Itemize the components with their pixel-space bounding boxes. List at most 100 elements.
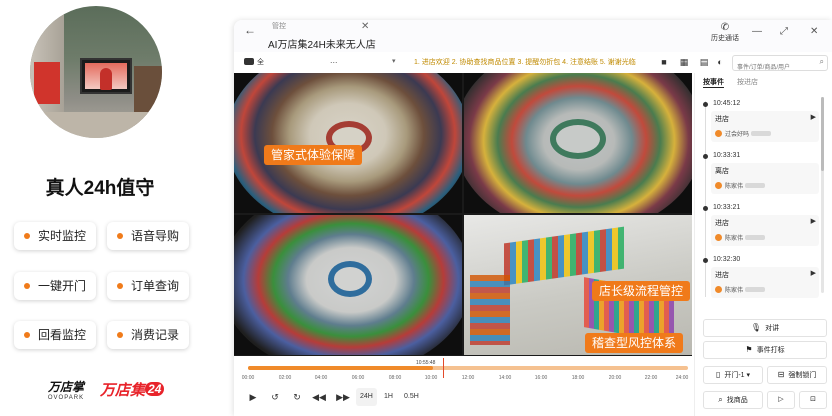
event-mark-button[interactable]: ⚑ 事件打标	[703, 341, 827, 359]
timeline-tick: 02:00	[278, 375, 292, 381]
event-time: 10:33:31	[713, 152, 741, 159]
fisheye-center-2	[550, 119, 606, 159]
timeline-tick: 10:00	[424, 375, 438, 381]
timeline-tick: 04:00	[314, 375, 328, 381]
minimize-icon[interactable]: —	[752, 26, 762, 37]
close-tab-icon[interactable]: ✕	[361, 21, 369, 32]
timeline-tick: 16:00	[534, 375, 548, 381]
promo-panel: 真人24h值守 实时监控 语音导购 一键开门 订单查询 回看监控 消费记录 万店…	[0, 0, 232, 416]
timeline-progress	[248, 366, 433, 370]
event-card[interactable]: 进店 ▶ 陈家伟	[711, 215, 819, 246]
event-user: 过会好吗	[715, 129, 772, 138]
feature-one-key-open: 一键开门	[14, 272, 96, 300]
event-type: 离店	[715, 168, 729, 175]
search-icon[interactable]: ⌕	[820, 57, 824, 67]
play-icon[interactable]: ▶	[811, 269, 816, 277]
maximize-icon[interactable]: ⤢	[780, 26, 788, 37]
scrollbar-thumb[interactable]	[821, 97, 824, 171]
logo-wandianji: 万店集 24	[100, 379, 165, 400]
video-grid: 管家式体验保障 店长级流程管控 稽查型风控体系	[234, 73, 692, 356]
event-type: 进店	[715, 272, 729, 279]
chevron-down-icon[interactable]: ▾	[392, 57, 396, 65]
archive-button[interactable]: ⊡	[799, 391, 827, 409]
timeline-track[interactable]	[248, 366, 688, 370]
timeline-tick: 12:00	[461, 375, 475, 381]
app-window: ← 管控 ✕ AI万店集24H未来无人店 ✆ 历史通话 — ⤢ ✕ 全 ... …	[234, 20, 832, 416]
feature-live-monitor: 实时监控	[14, 222, 96, 250]
event-user-name: 陈家伟	[725, 288, 744, 294]
aisle-shelf-c	[470, 275, 510, 345]
feature-playback: 回看监控	[14, 321, 96, 349]
avatar	[715, 234, 722, 241]
badge-risk-control: 稽查型风控体系	[585, 333, 684, 353]
logo-wandianzhang: 万店掌 OVOPARK	[42, 378, 90, 401]
shop-selector[interactable]: 全	[244, 57, 264, 67]
photo-sign	[34, 62, 60, 104]
toggle-icon[interactable]: ◐	[714, 56, 726, 68]
tab-by-entry[interactable]: 按进店	[737, 77, 758, 87]
tab-by-event[interactable]: 按事件	[703, 77, 724, 88]
window-close-icon[interactable]: ✕	[810, 26, 818, 37]
avatar	[715, 130, 722, 137]
feature-order-query: 订单查询	[107, 272, 189, 300]
photo-tv-person	[100, 68, 112, 90]
event-scrollbar[interactable]	[821, 97, 824, 293]
speed-1h[interactable]: 1H	[380, 388, 397, 406]
event-card[interactable]: 离店 陈家伟	[711, 163, 819, 194]
lock-door-icon: ⊟	[777, 370, 785, 379]
archive-icon: ⊡	[810, 396, 816, 403]
calendar-icon[interactable]: ▤	[698, 56, 710, 68]
fisheye-center-3	[328, 261, 372, 297]
rewind-icon[interactable]: ↺	[266, 388, 284, 406]
event-card[interactable]: 进店 ▶ 陈家伟	[711, 267, 819, 298]
find-goods-label: 找商品	[726, 397, 748, 404]
speed-0-5h[interactable]: 0.5H	[400, 388, 423, 406]
speed-24h[interactable]: 24H	[356, 388, 377, 406]
event-time: 10:32:30	[713, 256, 741, 263]
history-call-button[interactable]: ✆ 历史通话	[708, 22, 742, 43]
event-dot	[703, 154, 708, 159]
small-tab-title[interactable]: 管控	[272, 21, 286, 31]
event-type: 进店	[715, 116, 729, 123]
open-door-button[interactable]: ▯ 开门-1 ▾	[703, 366, 763, 384]
event-type: 进店	[715, 220, 729, 227]
fast-backward-icon[interactable]: ◀◀	[310, 388, 328, 406]
window-title: AI万店集24H未来无人店	[268, 40, 376, 51]
camera-feed-2[interactable]	[464, 73, 692, 213]
grid-view-icon[interactable]: ▦	[678, 56, 690, 68]
playback-button[interactable]: ▷	[767, 391, 795, 409]
single-view-icon[interactable]: ■	[658, 56, 670, 68]
badge-manager-process: 店长级流程管控	[592, 281, 691, 301]
play-icon[interactable]: ▶	[811, 217, 816, 225]
logo-wandianzhang-text: 万店掌	[47, 380, 84, 394]
back-arrow-icon[interactable]: ←	[244, 23, 256, 37]
event-card[interactable]: 进店 ▶ 过会好吗	[711, 111, 819, 142]
feature-voice-guide: 语音导购	[107, 222, 189, 250]
open-door-label: 开门-1	[724, 372, 745, 379]
event-mark-label: 事件打标	[756, 347, 785, 354]
photo-tv	[80, 58, 132, 94]
timeline-tick: 00:00	[241, 375, 255, 381]
door-icon: ▯	[715, 370, 721, 379]
search-box[interactable]: ⌕	[732, 55, 828, 75]
play-icon[interactable]: ▶	[811, 113, 816, 121]
shop-more[interactable]: ...	[330, 55, 338, 65]
force-lock-button[interactable]: ⊟ 强制锁门	[767, 366, 827, 384]
timeline-tick: 06:00	[351, 375, 365, 381]
redacted-mark	[745, 287, 766, 292]
find-goods-button[interactable]: ⌕ 找商品	[703, 391, 763, 409]
forward-icon[interactable]: ↻	[288, 388, 306, 406]
timeline-tick: 24:00	[675, 375, 689, 381]
fast-forward-icon[interactable]: ▶▶	[334, 388, 352, 406]
play-outline-icon: ▷	[778, 396, 784, 403]
talk-button[interactable]: 🎙 对讲	[703, 319, 827, 337]
event-user: 陈家伟	[715, 233, 766, 242]
timeline-tick: 18:00	[571, 375, 585, 381]
play-icon[interactable]: ▶	[244, 388, 262, 406]
avatar	[715, 286, 722, 293]
camera-feed-1[interactable]	[234, 73, 462, 213]
camera-feed-3[interactable]	[234, 215, 462, 355]
redacted-mark	[751, 131, 772, 136]
event-time: 10:33:21	[713, 204, 741, 211]
avatar	[715, 182, 722, 189]
